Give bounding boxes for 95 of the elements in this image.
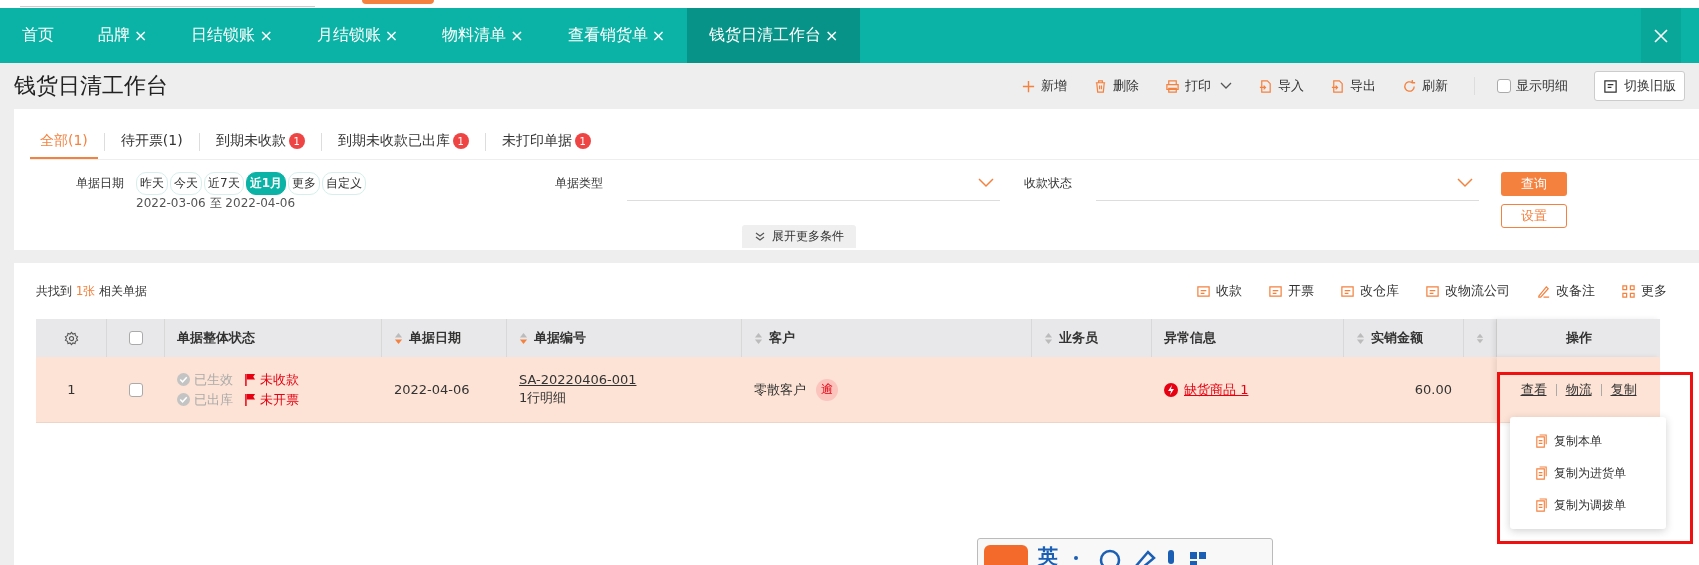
action-icon	[1196, 283, 1211, 299]
row-number: 1	[36, 357, 107, 423]
check-icon	[177, 393, 190, 406]
row-checkbox[interactable]	[129, 382, 143, 397]
caret-icon	[1220, 82, 1232, 90]
sort-icon	[1044, 331, 1053, 345]
filter-tab[interactable]: 到期未收款 1	[205, 125, 315, 159]
toolbar-button[interactable]: 删除	[1093, 77, 1139, 95]
bulk-action-button[interactable]: 收款	[1196, 282, 1242, 300]
filter-tab[interactable]: 未打印单据 1	[491, 125, 601, 159]
customer-name: 零散客户	[754, 380, 806, 399]
action-icon	[1536, 283, 1551, 299]
toolbar-icon	[1402, 78, 1417, 94]
date-chip[interactable]: 自定义	[322, 172, 366, 195]
action-icon	[1425, 283, 1440, 299]
chevron-icon	[754, 230, 766, 243]
detail-checkbox[interactable]: 显示明细	[1474, 77, 1568, 95]
check-icon	[177, 373, 190, 386]
action-icon	[1268, 283, 1283, 299]
column-header[interactable]	[1464, 319, 1497, 357]
result-summary: 共找到 1张 相关单据	[36, 282, 148, 300]
column-header[interactable]: 单据日期	[382, 319, 507, 357]
sort-icon	[1356, 331, 1365, 345]
exception-link[interactable]: 缺货商品 1	[1184, 380, 1249, 399]
select-all-checkbox[interactable]	[128, 331, 143, 345]
column-header[interactable]: 异常信息	[1152, 319, 1344, 357]
table-cell: 2022-04-06	[382, 357, 507, 423]
sort-icon	[519, 331, 528, 345]
toolbar-button[interactable]: 打印	[1165, 77, 1232, 95]
page-title: 钱货日清工作台	[14, 72, 168, 100]
warning-status-label: 未开票	[245, 390, 299, 409]
action-icon	[1340, 283, 1355, 299]
bulk-action-button[interactable]: 更多	[1621, 282, 1667, 300]
toolbar-button[interactable]: 刷新	[1402, 77, 1448, 95]
column-header[interactable]: 单据编号	[507, 319, 742, 357]
filter-tab[interactable]: 待开票(1)	[110, 125, 193, 159]
column-header[interactable]: 业务员	[1032, 319, 1152, 357]
menu-item[interactable]: 复制为进货单	[1510, 457, 1666, 489]
row-action-link[interactable]: 复制	[1610, 380, 1637, 399]
chevron-down-icon	[1457, 178, 1473, 188]
page-tab[interactable]: 钱货日清工作台 ×	[687, 8, 861, 63]
column-header[interactable]: 客户	[742, 319, 1032, 357]
date-range: 2022-03-06 至 2022-04-06	[136, 195, 297, 212]
copy-icon	[1534, 465, 1549, 481]
column-header: 操作	[1497, 319, 1660, 357]
toolbar-button[interactable]: 导入	[1258, 77, 1304, 95]
expand-button[interactable]: 展开更多条件	[742, 225, 856, 248]
flag-icon	[245, 393, 256, 406]
filter-tab[interactable]: 到期未收款已出库 1	[327, 125, 479, 159]
overdue-badge: 逾	[816, 378, 838, 401]
toolbar-icon	[1021, 78, 1036, 94]
action-icon	[1621, 283, 1636, 299]
detail-count: 1行明细	[519, 389, 567, 407]
chevron-down-icon	[978, 178, 994, 188]
date-chip[interactable]: 更多	[288, 172, 320, 195]
field-label: 单据日期	[76, 175, 124, 192]
toolbar-button[interactable]: 导出	[1330, 77, 1376, 95]
field-label: 收款状态	[1024, 175, 1072, 192]
date-chip[interactable]: 今天	[170, 172, 202, 195]
lightning-icon	[1164, 382, 1178, 397]
toolbar-icon	[1258, 78, 1273, 94]
flag-icon	[245, 373, 256, 386]
column-header[interactable]: 实销金额	[1344, 319, 1464, 357]
copy-icon	[1534, 497, 1549, 513]
switch-version-button[interactable]: 切换旧版	[1594, 71, 1685, 101]
toolbar-button[interactable]	[362, 0, 434, 4]
menu-item[interactable]: 复制本单	[1510, 425, 1666, 457]
toolbar-button[interactable]: 新增	[1021, 77, 1067, 95]
warning-status-label: 未收款	[245, 370, 299, 389]
bulk-action-button[interactable]: 改仓库	[1340, 282, 1399, 300]
bulk-action-button[interactable]: 改物流公司	[1425, 282, 1510, 300]
date-chip[interactable]: 近7天	[204, 172, 244, 195]
status-label: 已出库	[177, 390, 233, 409]
close-icon	[1654, 28, 1668, 43]
toolbar-icon	[1330, 78, 1345, 94]
date-chip[interactable]: 昨天	[136, 172, 168, 195]
sort-icon	[754, 331, 763, 345]
close-button[interactable]	[1641, 8, 1681, 63]
row-action-link[interactable]: 物流	[1565, 380, 1592, 399]
field-label: 单据类型	[555, 175, 603, 192]
bulk-action-button[interactable]: 开票	[1268, 282, 1314, 300]
table-cell: 60.00	[1344, 357, 1464, 423]
toolbar-icon	[1093, 78, 1108, 94]
menu-item[interactable]: 复制为调拨单	[1510, 489, 1666, 521]
sort-icon	[1476, 331, 1484, 345]
row-action-link[interactable]: 查看	[1520, 380, 1547, 399]
toolbar-icon	[1165, 78, 1180, 94]
copy-icon	[1534, 433, 1549, 449]
bulk-action-button[interactable]: 改备注	[1536, 282, 1595, 300]
settings-icon[interactable]	[63, 330, 79, 346]
document-number-link[interactable]: SA-20220406-001	[519, 372, 637, 387]
status-label: 已生效	[177, 370, 233, 389]
sort-icon	[394, 331, 403, 345]
document-icon	[1603, 78, 1618, 94]
column-header[interactable]: 单据整体状态	[165, 319, 382, 357]
